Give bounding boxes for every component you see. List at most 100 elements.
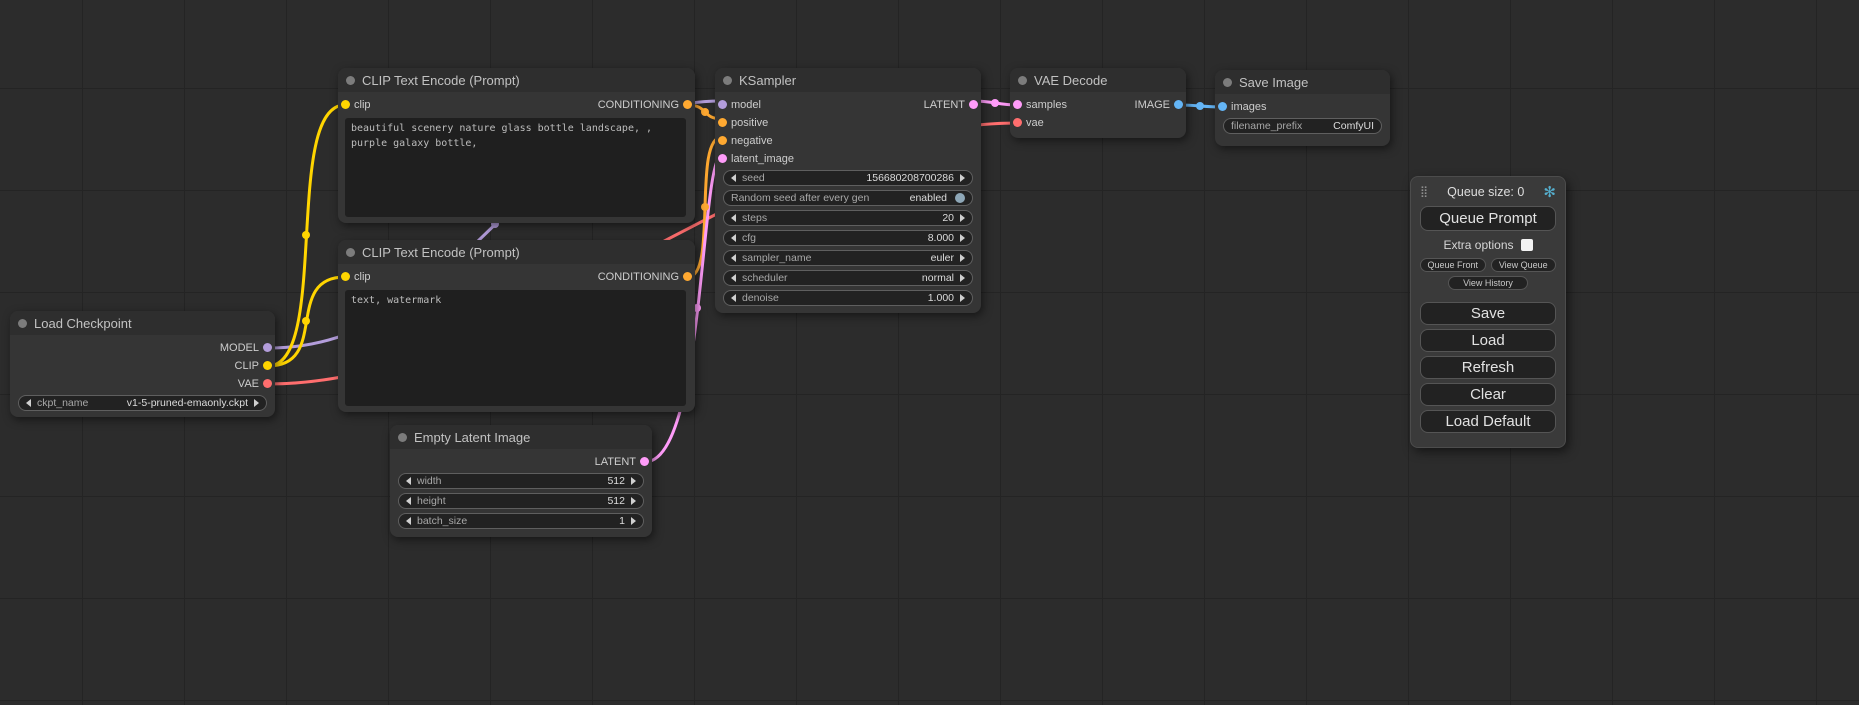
node-clip-text-encode-negative[interactable]: CLIP Text Encode (Prompt) clip CONDITION… <box>338 240 695 412</box>
arrow-right-icon[interactable] <box>631 477 636 485</box>
ckpt-name-widget[interactable]: ckpt_name v1-5-pruned-emaonly.ckpt <box>18 395 267 411</box>
model-input-dot[interactable] <box>718 100 727 109</box>
arrow-left-icon[interactable] <box>731 254 736 262</box>
seed-widget[interactable]: seed 156680208700286 <box>723 170 973 186</box>
widget-label: scheduler <box>742 272 788 284</box>
node-vae-decode[interactable]: VAE Decode samples IMAGE vae <box>1010 68 1186 138</box>
node-load-checkpoint[interactable]: Load Checkpoint MODEL CLIP VAE ckpt_name… <box>10 311 275 417</box>
clear-button[interactable]: Clear <box>1420 383 1556 406</box>
latent-output-dot[interactable] <box>969 100 978 109</box>
collapse-dot[interactable] <box>346 76 355 85</box>
filename-prefix-widget[interactable]: filename_prefix ComfyUI <box>1223 118 1382 134</box>
node-header[interactable]: Save Image <box>1215 70 1390 94</box>
arrow-right-icon[interactable] <box>631 517 636 525</box>
cfg-widget[interactable]: cfg 8.000 <box>723 230 973 246</box>
collapse-dot[interactable] <box>346 248 355 257</box>
node-header[interactable]: KSampler <box>715 68 981 92</box>
negative-input-dot[interactable] <box>718 136 727 145</box>
port-label: vae <box>1026 117 1044 129</box>
conditioning-output-dot[interactable] <box>683 272 692 281</box>
positive-input-dot[interactable] <box>718 118 727 127</box>
scheduler-widget[interactable]: scheduler normal <box>723 270 973 286</box>
queue-front-button[interactable]: Queue Front <box>1420 258 1486 272</box>
arrow-left-icon[interactable] <box>731 274 736 282</box>
arrow-right-icon[interactable] <box>960 294 965 302</box>
node-header[interactable]: CLIP Text Encode (Prompt) <box>338 240 695 264</box>
arrow-left-icon[interactable] <box>731 174 736 182</box>
denoise-widget[interactable]: denoise 1.000 <box>723 290 973 306</box>
widget-label: cfg <box>742 232 756 244</box>
latent-image-input-dot[interactable] <box>718 154 727 163</box>
model-port-dot[interactable] <box>263 343 272 352</box>
arrow-right-icon[interactable] <box>254 399 259 407</box>
images-input-dot[interactable] <box>1218 102 1227 111</box>
node-header[interactable]: Empty Latent Image <box>390 425 652 449</box>
node-save-image[interactable]: Save Image images filename_prefix ComfyU… <box>1215 70 1390 146</box>
view-history-button[interactable]: View History <box>1448 276 1528 290</box>
port-label: clip <box>354 271 371 283</box>
widget-label: denoise <box>742 292 779 304</box>
graph-canvas[interactable]: Load Checkpoint MODEL CLIP VAE ckpt_name… <box>0 0 1859 705</box>
arrow-left-icon[interactable] <box>26 399 31 407</box>
node-empty-latent-image[interactable]: Empty Latent Image LATENT width 512 heig… <box>390 425 652 537</box>
port-label: CONDITIONING <box>598 99 679 111</box>
clip-input-dot[interactable] <box>341 272 350 281</box>
port-label: MODEL <box>220 342 259 354</box>
node-header[interactable]: VAE Decode <box>1010 68 1186 92</box>
arrow-right-icon[interactable] <box>960 254 965 262</box>
widget-value: 156680208700286 <box>866 172 954 184</box>
arrow-left-icon[interactable] <box>731 214 736 222</box>
sampler-name-widget[interactable]: sampler_name euler <box>723 250 973 266</box>
queue-prompt-button[interactable]: Queue Prompt <box>1420 206 1556 231</box>
collapse-dot[interactable] <box>1018 76 1027 85</box>
node-ksampler[interactable]: KSampler model LATENT positive negative … <box>715 68 981 313</box>
link-midpoint-dot <box>302 231 310 239</box>
arrow-right-icon[interactable] <box>960 214 965 222</box>
clip-input-dot[interactable] <box>341 100 350 109</box>
load-default-button[interactable]: Load Default <box>1420 410 1556 433</box>
image-output-dot[interactable] <box>1174 100 1183 109</box>
negative-prompt-textarea[interactable]: text, watermark <box>345 290 686 406</box>
collapse-dot[interactable] <box>1223 78 1232 87</box>
positive-prompt-textarea[interactable]: beautiful scenery nature glass bottle la… <box>345 118 686 217</box>
extra-options-checkbox[interactable] <box>1521 239 1533 251</box>
vae-input-dot[interactable] <box>1013 118 1022 127</box>
settings-gear-icon[interactable] <box>1543 185 1556 200</box>
collapse-dot[interactable] <box>398 433 407 442</box>
vae-port-dot[interactable] <box>263 379 272 388</box>
toggle-knob[interactable] <box>955 193 965 203</box>
queue-size-label: Queue size: 0 <box>1428 185 1543 199</box>
samples-input-dot[interactable] <box>1013 100 1022 109</box>
clip-port-dot[interactable] <box>263 361 272 370</box>
node-header[interactable]: CLIP Text Encode (Prompt) <box>338 68 695 92</box>
random-seed-toggle-widget[interactable]: Random seed after every gen enabled <box>723 190 973 206</box>
refresh-button[interactable]: Refresh <box>1420 356 1556 379</box>
arrow-left-icon[interactable] <box>731 234 736 242</box>
node-header[interactable]: Load Checkpoint <box>10 311 275 335</box>
view-queue-button[interactable]: View Queue <box>1491 258 1557 272</box>
save-button[interactable]: Save <box>1420 302 1556 325</box>
width-widget[interactable]: width 512 <box>398 473 644 489</box>
arrow-right-icon[interactable] <box>960 234 965 242</box>
arrow-right-icon[interactable] <box>631 497 636 505</box>
node-clip-text-encode-positive[interactable]: CLIP Text Encode (Prompt) clip CONDITION… <box>338 68 695 223</box>
batch-size-widget[interactable]: batch_size 1 <box>398 513 644 529</box>
link-midpoint-dot <box>1196 102 1204 110</box>
arrow-left-icon[interactable] <box>406 477 411 485</box>
latent-output-dot[interactable] <box>640 457 649 466</box>
collapse-dot[interactable] <box>18 319 27 328</box>
steps-widget[interactable]: steps 20 <box>723 210 973 226</box>
height-widget[interactable]: height 512 <box>398 493 644 509</box>
arrow-left-icon[interactable] <box>406 497 411 505</box>
node-title: CLIP Text Encode (Prompt) <box>362 245 520 260</box>
arrow-right-icon[interactable] <box>960 274 965 282</box>
collapse-dot[interactable] <box>723 76 732 85</box>
drag-handle-icon[interactable] <box>1420 187 1428 198</box>
load-button[interactable]: Load <box>1420 329 1556 352</box>
arrow-left-icon[interactable] <box>731 294 736 302</box>
arrow-left-icon[interactable] <box>406 517 411 525</box>
arrow-right-icon[interactable] <box>960 174 965 182</box>
queue-panel: Queue size: 0 Queue Prompt Extra options… <box>1410 176 1566 448</box>
port-label: images <box>1231 101 1266 113</box>
conditioning-output-dot[interactable] <box>683 100 692 109</box>
